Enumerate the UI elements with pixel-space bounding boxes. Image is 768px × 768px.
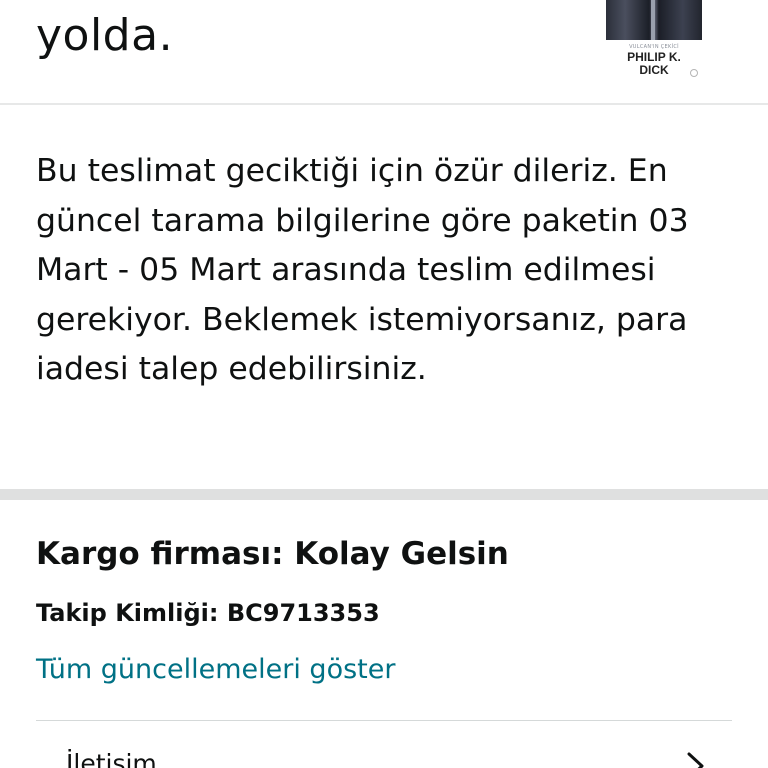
- status-headline: yolda.: [36, 10, 174, 61]
- product-thumbnail[interactable]: VULCAN'IN ÇEKİCİ PHILIP K. DICK: [602, 0, 706, 84]
- header-section: yolda. VULCAN'IN ÇEKİCİ PHILIP K. DICK: [0, 0, 768, 104]
- contact-label: İletişim: [66, 749, 157, 768]
- book-cover-spire: [651, 0, 655, 40]
- delay-notice: Bu teslimat geciktiği için özür dileriz.…: [36, 153, 689, 387]
- show-all-updates-link[interactable]: Tüm güncellemeleri göster: [36, 652, 395, 688]
- section-divider: [0, 489, 768, 500]
- chevron-right-icon: [687, 752, 704, 768]
- header-divider: [0, 103, 768, 105]
- tracking-id: Takip Kimliği: BC9713353: [36, 599, 380, 627]
- publisher-seal-icon: [690, 69, 698, 77]
- carrier-name: Kargo firması: Kolay Gelsin: [36, 536, 509, 572]
- contact-row[interactable]: İletişim: [0, 721, 768, 768]
